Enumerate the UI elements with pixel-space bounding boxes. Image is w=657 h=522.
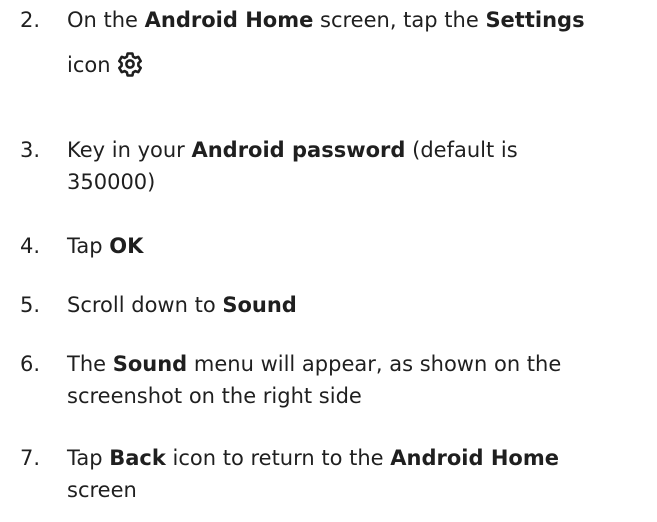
step-number: 3. [20,138,41,162]
step-number: 2. [20,8,41,32]
android-home-label: Android Home [390,446,559,470]
step-text: Tap Back icon to return to the Android H… [67,446,559,502]
step-text: On the Android Home screen, tap the Sett… [67,8,585,77]
step-number: 7. [20,446,41,470]
sound-label: Sound [112,352,188,376]
android-home-label: Android Home [144,8,314,32]
step-text: The Sound menu will appear, as shown on … [67,352,562,408]
android-password-label: Android password [191,138,406,162]
back-label: Back [109,446,166,470]
step-text: Key in your Android password (default is… [67,138,518,194]
step-number: 4. [20,234,41,258]
sound-label: Sound [222,293,297,317]
gear-icon [118,52,143,77]
step-number: 5. [20,293,41,317]
ok-label: OK [109,234,144,258]
step-text: Tap OK [67,234,144,258]
step-number: 6. [20,352,41,376]
step-text: Scroll down to Sound [67,293,297,317]
settings-label: Settings [485,8,585,32]
